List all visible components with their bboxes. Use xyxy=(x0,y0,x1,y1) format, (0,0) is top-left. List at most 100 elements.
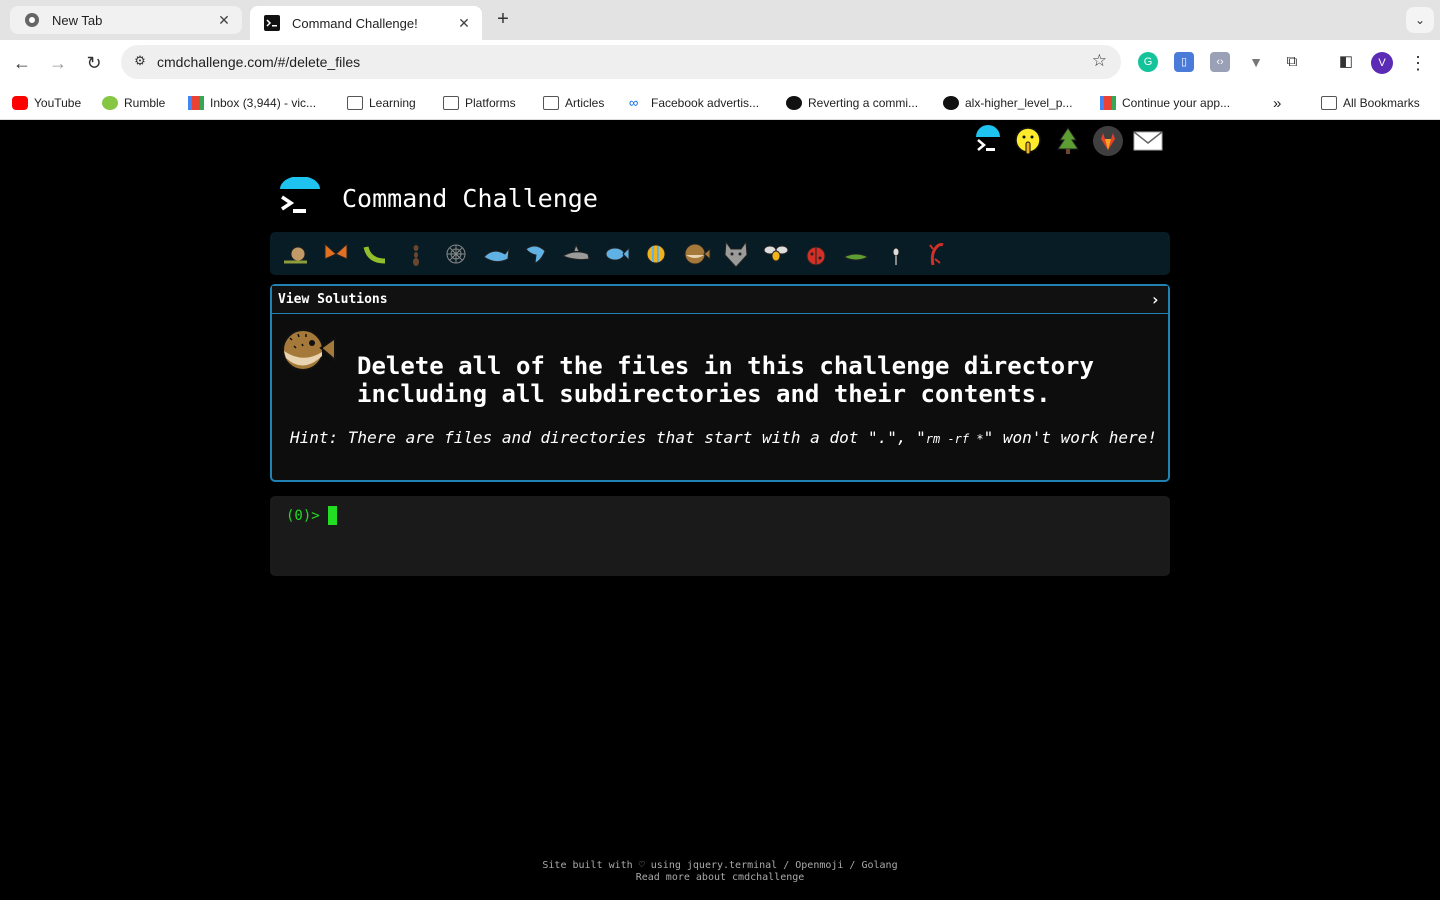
gitlab-icon[interactable] xyxy=(1092,125,1124,157)
butterfly-icon[interactable] xyxy=(316,234,356,274)
whale-icon[interactable] xyxy=(476,234,516,274)
bookmark-label: Reverting a commi... xyxy=(808,96,919,110)
folder-icon xyxy=(347,96,363,110)
spider-web-icon[interactable] xyxy=(436,234,476,274)
page-content: Command Challenge View Solutions › Delet… xyxy=(0,121,1440,900)
vue-extension-icon[interactable]: ▼ xyxy=(1246,52,1266,72)
site-header: Command Challenge xyxy=(278,173,598,223)
caterpillar-icon[interactable] xyxy=(356,234,396,274)
bookmark-folder-platforms[interactable]: Platforms xyxy=(443,94,516,112)
tropical-fish-icon[interactable] xyxy=(636,234,676,274)
browser-menu-icon[interactable]: ⋮ xyxy=(1409,50,1427,76)
code-extension-icon[interactable]: ‹› xyxy=(1210,52,1230,72)
meta-icon: ∞ xyxy=(629,95,639,110)
fish-icon[interactable] xyxy=(596,234,636,274)
page-title: Command Challenge xyxy=(342,183,598,213)
challenge-panel: View Solutions › Delete all of the files… xyxy=(270,284,1170,482)
bookmark-star-icon[interactable]: ☆ xyxy=(1092,51,1107,71)
read-more-link[interactable]: Read more about cmdchallenge xyxy=(636,872,805,883)
challenge-hint: Hint: There are files and directories th… xyxy=(290,428,1157,447)
forward-button[interactable]: → xyxy=(45,50,71,76)
more-bookmarks-chevron-icon[interactable]: » xyxy=(1273,94,1281,112)
bookmark-folder-learning[interactable]: Learning xyxy=(347,94,416,112)
folder-icon xyxy=(443,96,459,110)
back-button[interactable]: ← xyxy=(9,50,35,76)
bookmark-label: Articles xyxy=(565,96,605,110)
terminal-logo-icon[interactable] xyxy=(972,125,1004,157)
folder-icon xyxy=(543,96,559,110)
shark-icon[interactable] xyxy=(556,234,596,274)
blowfish-icon xyxy=(278,326,336,376)
tree-icon[interactable] xyxy=(1052,125,1084,157)
reload-button[interactable]: ↻ xyxy=(81,50,107,76)
side-panel-icon[interactable]: ◧ xyxy=(1336,52,1356,72)
tab-title: New Tab xyxy=(52,12,103,28)
site-info-icon[interactable]: ⚙ xyxy=(131,53,149,71)
challenge-progress-bar xyxy=(270,232,1170,275)
scorpion-icon[interactable] xyxy=(916,234,956,274)
bookmark-label: Facebook advertis... xyxy=(651,96,760,110)
bookmark-facebook[interactable]: ∞ Facebook advertis... xyxy=(629,94,759,112)
rumble-icon xyxy=(102,96,118,110)
bookmark-inbox[interactable]: Inbox (3,944) - vic... xyxy=(188,94,316,112)
challenge-task-text: Delete all of the files in this challeng… xyxy=(357,352,1094,408)
mail-icon[interactable] xyxy=(1132,125,1164,157)
top-right-icons xyxy=(972,125,1164,157)
hint-code: rm -rf * xyxy=(925,432,984,446)
snail-icon[interactable] xyxy=(276,234,316,274)
bookmark-label: Platforms xyxy=(465,96,516,110)
bookmark-rumble[interactable]: Rumble xyxy=(102,94,165,112)
bookmark-label: Inbox (3,944) - vic... xyxy=(210,96,317,110)
terminal[interactable]: (0)> xyxy=(270,496,1170,576)
ant-icon[interactable] xyxy=(396,234,436,274)
profile-avatar[interactable]: V xyxy=(1371,52,1393,74)
close-icon[interactable]: ✕ xyxy=(216,12,232,29)
youtube-icon xyxy=(12,96,28,110)
chrome-icon xyxy=(25,13,39,27)
cricket-icon[interactable] xyxy=(836,234,876,274)
extension-icon[interactable]: ▯ xyxy=(1174,52,1194,72)
bookmark-github-revert[interactable]: Reverting a commi... xyxy=(786,94,918,112)
bookmark-label: All Bookmarks xyxy=(1343,96,1420,110)
folder-icon xyxy=(1321,96,1337,110)
tab-new-tab[interactable]: New Tab ✕ xyxy=(10,6,242,34)
url-input[interactable] xyxy=(157,50,1057,74)
all-bookmarks-button[interactable]: All Bookmarks xyxy=(1321,94,1420,112)
tab-title: Command Challenge! xyxy=(292,15,418,31)
bookmark-github-alx[interactable]: alx-higher_level_p... xyxy=(943,94,1072,112)
tab-search-button[interactable]: ⌄ xyxy=(1406,7,1434,33)
terminal-cursor xyxy=(328,506,337,525)
hint-suffix: " won't work here! xyxy=(983,428,1157,447)
hint-prefix: Hint: There are files and directories th… xyxy=(290,428,926,447)
new-tab-button[interactable]: + xyxy=(492,8,514,30)
browser-toolbar: ← → ↻ ⚙ ☆ G ▯ ‹› ▼ ⧉ ◧ V ⋮ xyxy=(0,40,1440,85)
ladybug-icon[interactable] xyxy=(796,234,836,274)
extensions-puzzle-icon[interactable]: ⧉ xyxy=(1282,52,1302,72)
command-challenge-logo-icon[interactable] xyxy=(278,176,322,219)
bee-icon[interactable] xyxy=(756,234,796,274)
bookmark-label: Rumble xyxy=(124,96,166,110)
dolphin-icon[interactable] xyxy=(516,234,556,274)
bookmark-label: Learning xyxy=(369,96,416,110)
terminal-command-input[interactable] xyxy=(340,506,1140,526)
address-bar[interactable]: ⚙ ☆ xyxy=(121,45,1121,79)
wolf-icon[interactable] xyxy=(716,234,756,274)
blowfish-icon[interactable] xyxy=(676,234,716,274)
terminal-icon xyxy=(264,15,280,31)
shushing-face-icon[interactable] xyxy=(1012,125,1044,157)
grammarly-extension-icon[interactable]: G xyxy=(1138,52,1158,72)
github-icon xyxy=(943,96,959,110)
view-solutions-label: View Solutions xyxy=(278,292,388,307)
site-footer: Site built with ♡ using jquery.terminal … xyxy=(0,860,1440,884)
close-icon[interactable]: ✕ xyxy=(456,15,472,32)
bookmark-continue-app[interactable]: Continue your app... xyxy=(1100,94,1230,112)
bookmarks-bar: YouTube Rumble Inbox (3,944) - vic... Le… xyxy=(0,85,1440,120)
bookmark-youtube[interactable]: YouTube xyxy=(12,94,81,112)
gmail-icon xyxy=(188,96,204,110)
bookmark-folder-articles[interactable]: Articles xyxy=(543,94,604,112)
bookmark-label: Continue your app... xyxy=(1122,96,1231,110)
view-solutions-toggle[interactable]: View Solutions › xyxy=(272,286,1168,314)
mosquito-icon[interactable] xyxy=(876,234,916,274)
tab-command-challenge[interactable]: Command Challenge! ✕ xyxy=(250,6,482,40)
gmail-icon xyxy=(1100,96,1116,110)
